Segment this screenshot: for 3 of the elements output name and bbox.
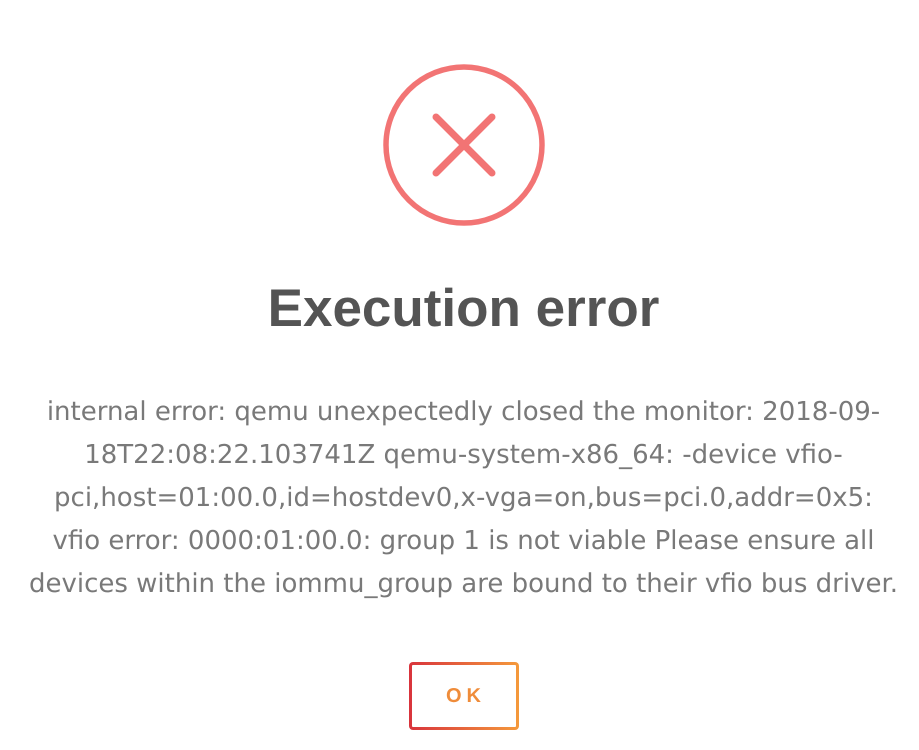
dialog-title: Execution error xyxy=(268,279,660,339)
error-message: internal error: qemu unexpectedly closed the monitor: 2018-09-18T22:08:22.103741Z qemu-system-x86_64: -device vfio-pci,host=01:00.0,id=hostdev0,x-vga=on,bus=pci.0,addr=0x5: vfio error: 0000:01:00.0: group 1 is not viable Please ensure all devices within the iommu_group are bound to their vfio bus driver. xyxy=(28,396,900,601)
error-icon xyxy=(382,64,544,226)
